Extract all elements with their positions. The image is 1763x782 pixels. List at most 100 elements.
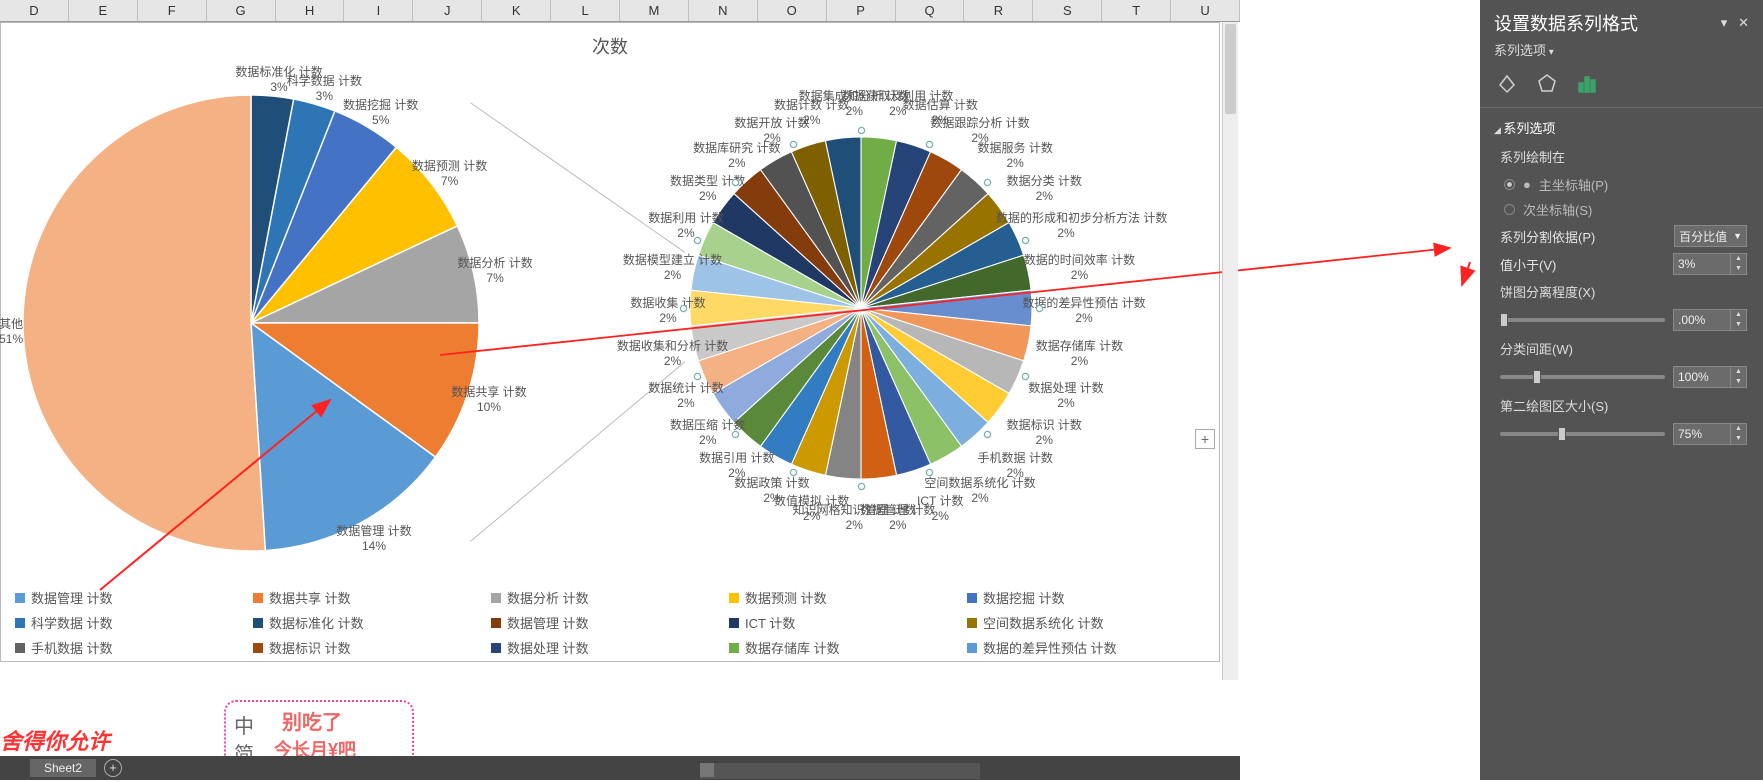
column-header[interactable]: U bbox=[1171, 0, 1240, 21]
pie-slice-label: 数据引用 计数2% bbox=[667, 451, 807, 481]
column-header[interactable]: H bbox=[276, 0, 345, 21]
sheet-tab-active[interactable]: Sheet2 bbox=[30, 759, 96, 777]
chart-container[interactable]: 次数 数据标准化 计数3%科学数据 计数3%数据挖掘 计数5%数据预测 计数7%… bbox=[0, 22, 1220, 662]
column-header[interactable]: S bbox=[1033, 0, 1102, 21]
column-header[interactable]: R bbox=[964, 0, 1033, 21]
pie-slice-label: 数据收集 计数2% bbox=[598, 296, 738, 326]
legend-item[interactable]: 空间数据系统化 计数 bbox=[967, 613, 1205, 632]
selection-handle[interactable] bbox=[680, 305, 687, 312]
add-sheet-button[interactable]: + bbox=[104, 759, 122, 777]
pie-slice-label: 数据库研究 计数2% bbox=[667, 141, 807, 171]
column-header[interactable]: F bbox=[138, 0, 207, 21]
legend-item[interactable]: 数据管理 计数 bbox=[491, 613, 729, 632]
legend-item[interactable]: 手机数据 计数 bbox=[15, 638, 253, 657]
explosion-spinner[interactable]: ▲▼ bbox=[1673, 309, 1747, 331]
column-header[interactable]: D bbox=[0, 0, 69, 21]
scroll-left-icon[interactable] bbox=[700, 763, 714, 777]
pie-slice-label: 数据的时间效率 计数2% bbox=[1009, 253, 1149, 283]
pie-slice-label: 其他51% bbox=[0, 317, 66, 347]
pie-slice-label: 数据模型建立 计数2% bbox=[603, 253, 743, 283]
legend-item[interactable]: 数据共享 计数 bbox=[253, 588, 491, 607]
column-header[interactable]: O bbox=[758, 0, 827, 21]
pie-slice-label: 数据集成和分析 计数2% bbox=[784, 89, 924, 119]
value-less-than-spinner[interactable]: ▲▼ bbox=[1673, 253, 1747, 275]
column-header[interactable]: E bbox=[69, 0, 138, 21]
pie-slice-label: 数据挖掘 计数5% bbox=[326, 98, 436, 128]
legend-item[interactable]: 数据预测 计数 bbox=[729, 588, 967, 607]
legend-item[interactable]: 数据标准化 计数 bbox=[253, 613, 491, 632]
selection-handle[interactable] bbox=[694, 237, 701, 244]
column-header[interactable]: I bbox=[344, 0, 413, 21]
column-header[interactable]: Q bbox=[896, 0, 965, 21]
pane-title: 设置数据系列格式 bbox=[1494, 10, 1638, 36]
column-headers-row: DEFGHIJKLMNOPQRSTU bbox=[0, 0, 1240, 22]
legend-item[interactable]: 数据分析 计数 bbox=[491, 588, 729, 607]
pie-slice-label: 数据标识 计数2% bbox=[974, 418, 1114, 448]
plot-on-label: 系列绘制在 bbox=[1500, 147, 1743, 166]
legend-item[interactable]: 科学数据 计数 bbox=[15, 613, 253, 632]
pie-slice-label: 数据统计 计数2% bbox=[616, 381, 756, 411]
main-pie-chart[interactable] bbox=[11, 83, 491, 563]
pane-close-button[interactable]: ▾ ✕ bbox=[1721, 15, 1749, 31]
split-by-label: 系列分割依据(P) bbox=[1500, 227, 1595, 246]
explosion-slider[interactable] bbox=[1500, 318, 1665, 322]
pie-slice-label: 数据分类 计数2% bbox=[974, 174, 1114, 204]
fill-outline-icon[interactable] bbox=[1494, 71, 1520, 97]
second-plot-size-spinner[interactable]: ▲▼ bbox=[1673, 423, 1747, 445]
pie-slice-label: 数据共享 计数10% bbox=[434, 385, 544, 415]
gap-width-spinner[interactable]: ▲▼ bbox=[1673, 366, 1747, 388]
pie-slice-label: 数据政策 计数2% bbox=[702, 476, 842, 506]
column-header[interactable]: T bbox=[1102, 0, 1171, 21]
pie-slice-label: 数据的形成和初步分析方法 计数2% bbox=[996, 211, 1136, 241]
legend-item[interactable]: 数据挖掘 计数 bbox=[967, 588, 1205, 607]
column-header[interactable]: M bbox=[620, 0, 689, 21]
pie-slice-label: 数据分析 计数7% bbox=[440, 256, 550, 286]
selection-handle[interactable] bbox=[790, 141, 797, 148]
format-data-series-pane: 设置数据系列格式 ▾ ✕ 系列选项 系列选项 系列绘制在 ● 主坐标轴(P) 次… bbox=[1480, 0, 1763, 780]
selection-handle[interactable] bbox=[984, 431, 991, 438]
watermark-text: 舍得你允许 bbox=[0, 724, 110, 756]
sheet-tab-bar: Sheet2 + bbox=[0, 756, 1240, 780]
column-header[interactable]: J bbox=[413, 0, 482, 21]
column-header[interactable]: P bbox=[827, 0, 896, 21]
secondary-axis-radio: 次坐标轴(S) bbox=[1480, 197, 1763, 222]
legend-item[interactable]: 数据处理 计数 bbox=[491, 638, 729, 657]
legend-item[interactable]: 数据存储库 计数 bbox=[729, 638, 967, 657]
vertical-scrollbar[interactable] bbox=[1222, 22, 1238, 680]
column-header[interactable]: K bbox=[482, 0, 551, 21]
pie-slice-label: 数据处理 计数2% bbox=[996, 381, 1136, 411]
selection-handle[interactable] bbox=[1036, 305, 1043, 312]
pie-slice-label: 数据压缩 计数2% bbox=[638, 418, 778, 448]
gap-width-slider[interactable] bbox=[1500, 375, 1665, 379]
selection-handle[interactable] bbox=[694, 373, 701, 380]
legend-item[interactable]: ICT 计数 bbox=[729, 613, 967, 632]
series-options-icon[interactable] bbox=[1574, 71, 1600, 97]
selection-handle[interactable] bbox=[732, 431, 739, 438]
chart-element-add-button[interactable]: + bbox=[1195, 429, 1215, 449]
selection-handle[interactable] bbox=[984, 179, 991, 186]
second-plot-size-label: 第二绘图区大小(S) bbox=[1500, 396, 1743, 415]
pie-slice-label: 数据预测 计数7% bbox=[395, 159, 505, 189]
horizontal-scrollbar[interactable] bbox=[700, 763, 980, 779]
column-header[interactable]: L bbox=[551, 0, 620, 21]
selection-handle[interactable] bbox=[858, 483, 865, 490]
pane-subtitle[interactable]: 系列选项 bbox=[1480, 40, 1763, 67]
pie-slice-label: 数据的差异性预估 计数2% bbox=[1014, 296, 1154, 326]
pie-slice-label: 数据存储库 计数2% bbox=[1009, 339, 1149, 369]
column-header[interactable]: N bbox=[689, 0, 758, 21]
primary-axis-radio: ● 主坐标轴(P) bbox=[1480, 172, 1763, 197]
pie-slice-label: 数据类型 计数2% bbox=[638, 174, 778, 204]
legend-item[interactable]: 数据标识 计数 bbox=[253, 638, 491, 657]
pie-slice-label: 数据收集和分析 计数2% bbox=[603, 339, 743, 369]
effects-icon[interactable] bbox=[1534, 71, 1560, 97]
split-by-combo[interactable]: 百分比值▼ bbox=[1674, 225, 1747, 247]
legend-item[interactable]: 数据管理 计数 bbox=[15, 588, 253, 607]
second-plot-size-slider[interactable] bbox=[1500, 432, 1665, 436]
pie-slice-label: 数据服务 计数2% bbox=[945, 141, 1085, 171]
selection-handle[interactable] bbox=[926, 141, 933, 148]
pie-slice-label: 数据利用 计数2% bbox=[616, 211, 756, 241]
column-header[interactable]: G bbox=[207, 0, 276, 21]
section-series-options[interactable]: 系列选项 bbox=[1480, 108, 1763, 143]
legend-item[interactable]: 数据的差异性预估 计数 bbox=[967, 638, 1205, 657]
selection-handle[interactable] bbox=[858, 127, 865, 134]
